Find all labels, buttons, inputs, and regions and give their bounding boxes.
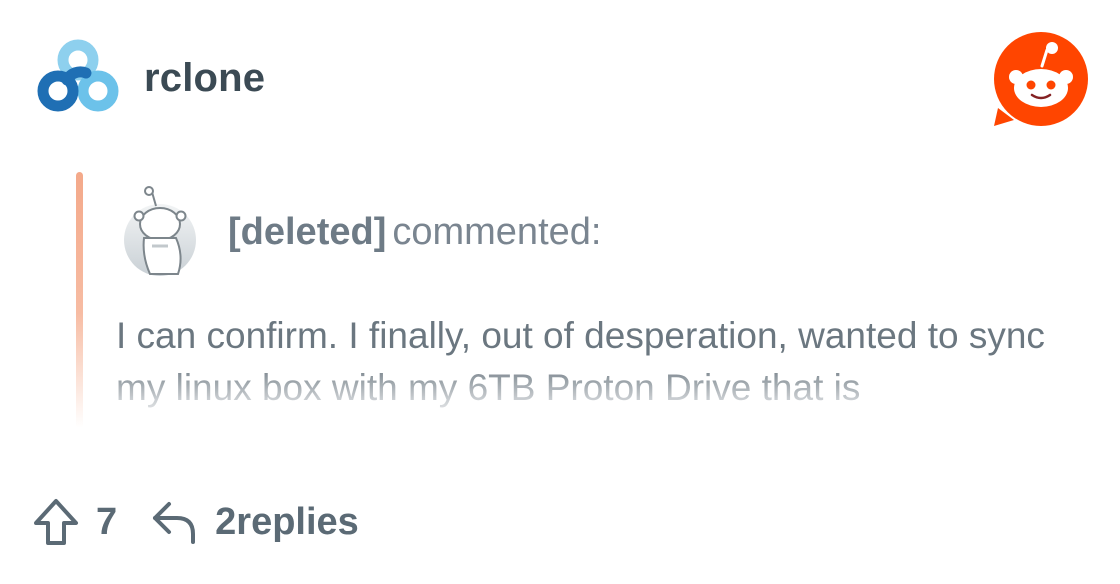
community-name[interactable]: rclone xyxy=(144,56,265,101)
reddit-logo-icon[interactable] xyxy=(992,30,1090,128)
vote-count: 7 xyxy=(96,500,118,543)
community-header: rclone xyxy=(36,36,265,120)
upvote-button[interactable]: 7 xyxy=(32,497,117,547)
comment-action-text: commented: xyxy=(392,210,602,253)
replies-label[interactable]: 2replies xyxy=(215,501,359,544)
comment-card[interactable]: [deleted] commented: I can confirm. I fin… xyxy=(76,172,1086,436)
rclone-logo-icon[interactable] xyxy=(36,36,120,120)
replies-button[interactable]: 2replies xyxy=(149,498,359,546)
snoo-avatar-icon xyxy=(124,186,196,276)
comment-actions: 7 2replies xyxy=(32,496,359,548)
comment-author-line: [deleted] commented: xyxy=(228,211,601,254)
comment-header: [deleted] commented: xyxy=(122,186,601,278)
upvote-arrow-icon[interactable] xyxy=(32,497,80,547)
comment-author[interactable]: [deleted] xyxy=(228,211,386,253)
comment-body: I can confirm. I finally, out of despera… xyxy=(116,315,1045,408)
reply-arrow-icon[interactable] xyxy=(149,498,199,546)
comment-quote-bar xyxy=(76,172,83,428)
